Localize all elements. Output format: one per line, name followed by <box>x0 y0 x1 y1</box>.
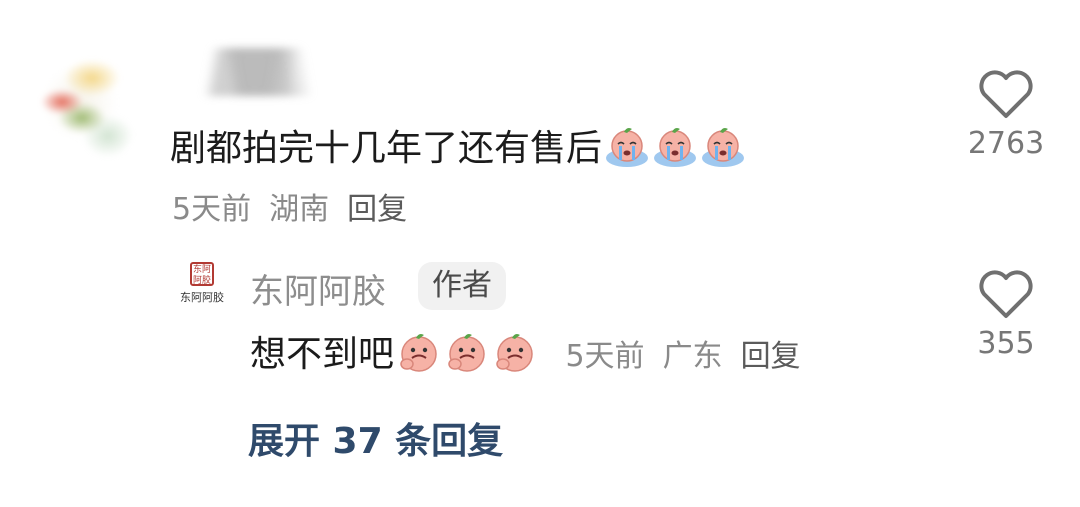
crying-peach-emoji <box>652 126 698 179</box>
smirk-peach-emoji <box>492 330 538 385</box>
reply-text-row: 想不到吧 5天前 广东 回复 <box>250 330 801 385</box>
comment-time: 5天前 <box>172 192 252 227</box>
reply-location: 广东 <box>662 339 723 374</box>
commenter-name-redacted[interactable] <box>198 48 318 96</box>
smirk-peach-emoji <box>444 330 490 385</box>
author-badge: 作者 <box>418 262 506 310</box>
comment-text: 剧都拍完十几年了还有售后 <box>170 128 603 169</box>
heart-icon[interactable] <box>978 270 1034 320</box>
reply-like-count: 355 <box>977 326 1035 361</box>
comment-text-row: 剧都拍完十几年了还有售后 <box>170 126 746 179</box>
reply-text: 想不到吧 <box>250 334 395 375</box>
comment-like-count: 2763 <box>967 126 1045 161</box>
comment-like-button[interactable]: 2763 <box>956 70 1056 161</box>
author-avatar[interactable]: 东阿 阿胶 东阿阿胶 <box>174 262 230 312</box>
reply-like-button[interactable]: 355 <box>956 270 1056 361</box>
reply-meta: 5天前 广东 回复 <box>565 339 800 374</box>
author-avatar-caption: 东阿阿胶 <box>180 291 224 304</box>
comment-reply-button[interactable]: 回复 <box>347 192 407 227</box>
reply-time: 5天前 <box>565 339 645 374</box>
comment-location: 湖南 <box>269 192 330 227</box>
commenter-avatar[interactable] <box>22 32 140 172</box>
brand-seal-logo: 东阿 阿胶 <box>190 262 214 286</box>
reply-author-name[interactable]: 东阿阿胶 <box>250 264 386 313</box>
comment-meta: 5天前 湖南 回复 <box>172 184 407 228</box>
heart-icon[interactable] <box>978 70 1034 120</box>
smirk-peach-emoji <box>396 330 442 385</box>
reply-reply-button[interactable]: 回复 <box>741 339 801 374</box>
crying-peach-emoji <box>604 126 650 179</box>
expand-replies-link[interactable]: 展开 37 条回复 <box>248 412 503 464</box>
crying-peach-emoji <box>700 126 746 179</box>
